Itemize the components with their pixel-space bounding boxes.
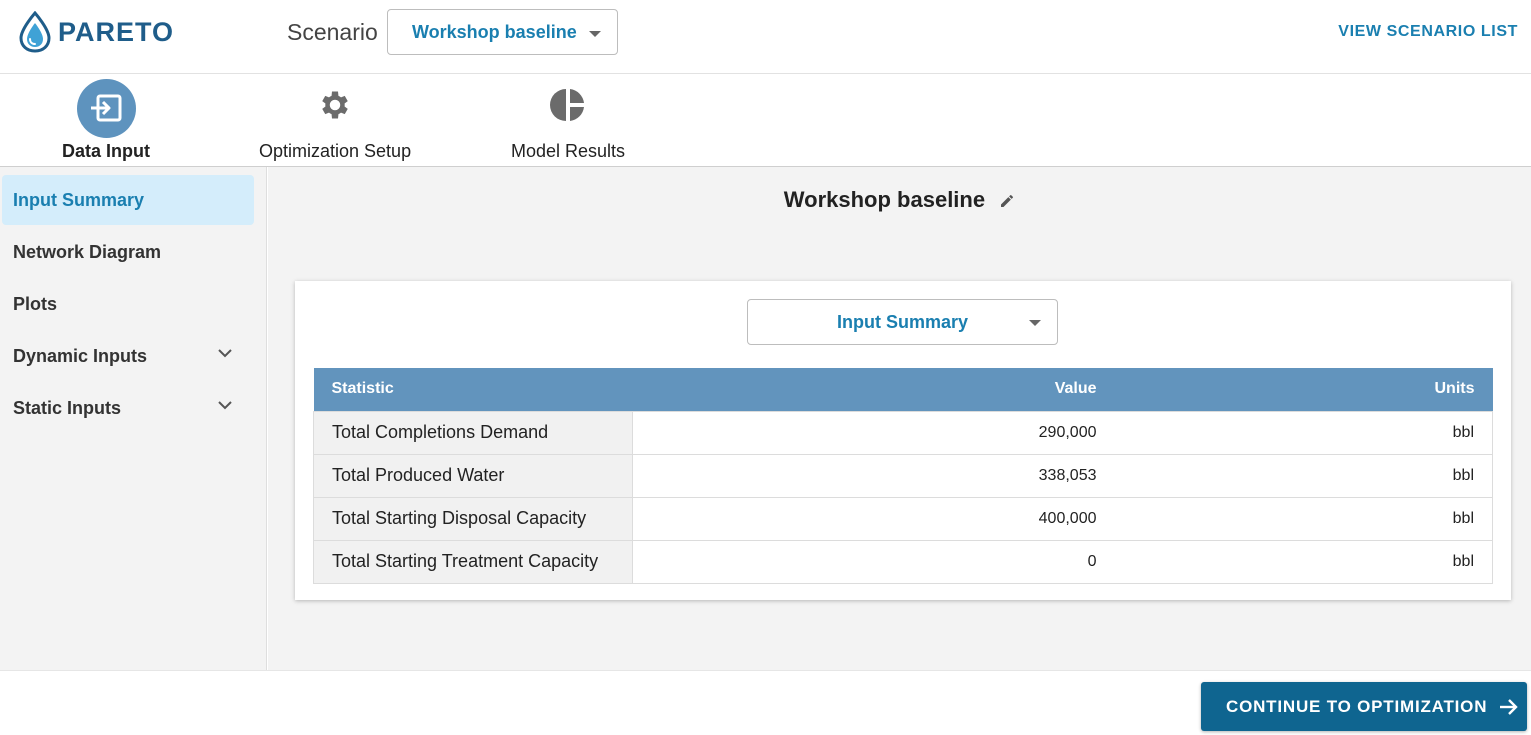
pie-chart-icon (550, 89, 585, 121)
data-input-icon (76, 78, 136, 138)
table-row: Total Produced Water 338,053 bbl (313, 453, 1493, 498)
sidebar: Input Summary Network Diagram Plots Dyna… (0, 167, 267, 670)
cell-statistic: Total Produced Water (313, 453, 633, 498)
sidebar-item-label: Dynamic Inputs (13, 345, 148, 366)
chevron-down-icon[interactable] (218, 349, 232, 358)
logo-text: PARETO (58, 16, 175, 47)
tab-label: Optimization Setup (259, 141, 412, 161)
cell-statistic: Total Starting Disposal Capacity (313, 496, 633, 541)
sidebar-item-label: Input Summary (13, 189, 145, 210)
scenario-label: Scenario (287, 19, 378, 45)
continue-button-label: CONTINUE TO OPTIMIZATION (1226, 696, 1488, 716)
tab-optimization-icon-wrap (305, 74, 365, 136)
sidebar-item-label: Network Diagram (13, 241, 162, 262)
water-drop-icon (19, 11, 51, 53)
scenario-select[interactable]: Workshop baseline (387, 9, 618, 55)
cell-statistic: Total Starting Treatment Capacity (313, 539, 633, 584)
view-scenario-list-link[interactable]: VIEW SCENARIO LIST (1338, 23, 1518, 41)
cell-statistic: Total Completions Demand (313, 410, 633, 455)
table-row: Total Completions Demand 290,000 bbl (313, 410, 1493, 455)
cell-value: 0 (632, 539, 1115, 584)
sidebar-item-label: Static Inputs (13, 397, 122, 418)
caret-down-icon (589, 31, 601, 37)
tab-label: Data Input (62, 141, 150, 161)
column-header-statistic: Statistic (313, 368, 633, 411)
cell-units: bbl (1114, 496, 1493, 541)
summary-card: Input Summary Statistic Value Units Tota… (295, 281, 1511, 600)
pareto-logo[interactable]: PARETO (16, 11, 174, 53)
sidebar-item-network-diagram[interactable]: Network Diagram (2, 227, 254, 277)
cell-value: 400,000 (632, 496, 1115, 541)
gear-icon (322, 91, 348, 119)
tab-optimization-setup[interactable]: Optimization Setup (259, 74, 411, 162)
scenario-title: Workshop baseline (783, 187, 986, 212)
cell-value: 338,053 (632, 453, 1115, 498)
table-header-row: Statistic Value Units (313, 368, 1493, 411)
main-content: Workshop baseline Input Summary Statisti… (268, 167, 1531, 670)
column-header-value: Value (632, 368, 1115, 411)
tab-data-input[interactable]: Data Input (62, 74, 150, 162)
scenario-selected-value: Workshop baseline (412, 21, 577, 42)
sidebar-item-input-summary[interactable]: Input Summary (2, 175, 254, 225)
step-tabs: Data Input Optimization Setup Model Resu… (0, 74, 1531, 167)
sidebar-item-static-inputs[interactable]: Static Inputs (2, 383, 254, 433)
cell-value: 290,000 (632, 410, 1115, 455)
app-header: PARETO Scenario Workshop baseline VIEW S… (0, 0, 1531, 74)
cell-units: bbl (1114, 410, 1493, 455)
sidebar-item-plots[interactable]: Plots (2, 279, 254, 329)
footer-bar: CONTINUE TO OPTIMIZATION (0, 670, 1531, 735)
edit-pencil-icon[interactable] (999, 193, 1015, 209)
column-header-units: Units (1114, 368, 1493, 411)
summary-view-selected-value: Input Summary (836, 311, 969, 332)
chevron-down-icon[interactable] (218, 401, 232, 410)
summary-view-select[interactable]: Input Summary (747, 299, 1058, 345)
arrow-right-icon (1499, 698, 1519, 716)
cell-units: bbl (1114, 453, 1493, 498)
input-summary-table: Statistic Value Units Total Completions … (313, 368, 1493, 584)
tab-results-icon-wrap (538, 74, 598, 136)
tab-data-input-icon-wrap (76, 74, 136, 138)
cell-units: bbl (1114, 539, 1493, 584)
tab-label: Model Results (511, 141, 626, 161)
sidebar-item-label: Plots (13, 293, 58, 314)
scenario-title-row: Workshop baseline (268, 187, 1531, 213)
tab-model-results[interactable]: Model Results (511, 74, 625, 162)
continue-to-optimization-button[interactable]: CONTINUE TO OPTIMIZATION (1201, 682, 1527, 731)
table-row: Total Starting Treatment Capacity 0 bbl (313, 539, 1493, 584)
table-row: Total Starting Disposal Capacity 400,000… (313, 496, 1493, 541)
sidebar-item-dynamic-inputs[interactable]: Dynamic Inputs (2, 331, 254, 381)
caret-down-icon (1029, 320, 1041, 326)
